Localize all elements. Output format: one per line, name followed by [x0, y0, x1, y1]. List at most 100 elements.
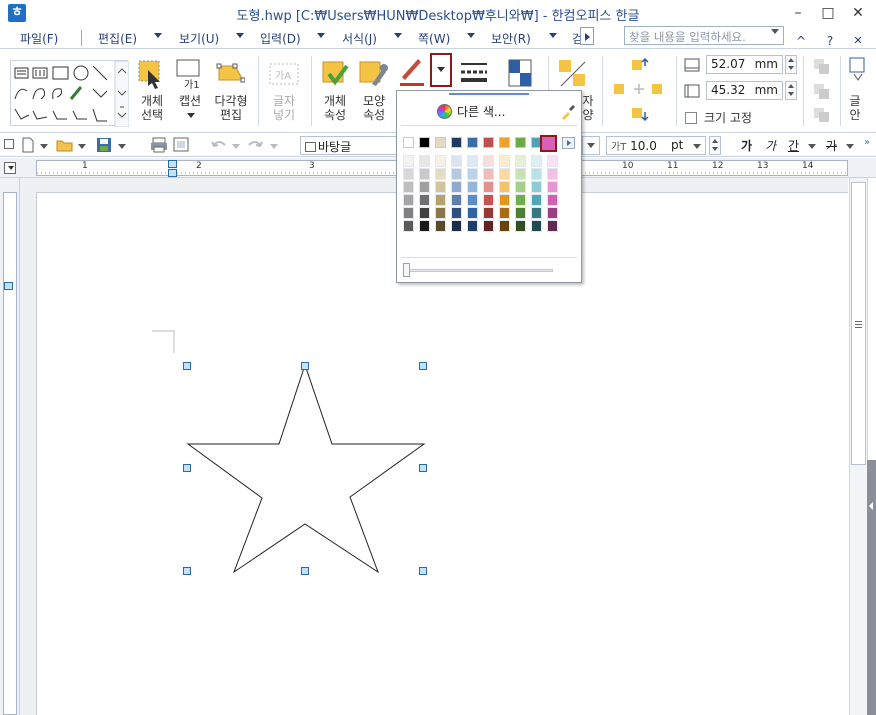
color-swatch[interactable] — [547, 194, 558, 206]
font-size-spinner[interactable] — [709, 136, 721, 155]
chevron-down-icon[interactable] — [467, 33, 475, 38]
undo-icon[interactable] — [210, 137, 228, 153]
color-swatch[interactable] — [515, 168, 526, 180]
color-swatch[interactable] — [483, 207, 494, 219]
resize-handle-top-right[interactable] — [419, 362, 427, 370]
transparency-slider-track[interactable] — [407, 269, 553, 272]
color-swatch[interactable] — [435, 155, 446, 167]
chevron-down-icon[interactable] — [808, 144, 816, 149]
transparency-slider-thumb[interactable] — [403, 263, 410, 277]
color-swatch[interactable] — [483, 155, 494, 167]
chevron-down-icon[interactable] — [394, 33, 402, 38]
menu-edit[interactable]: 편집(E) — [98, 30, 137, 47]
resize-handle-top[interactable] — [301, 362, 309, 370]
chevron-down-icon[interactable] — [118, 144, 126, 149]
color-swatch[interactable] — [435, 168, 446, 180]
text-wrap-button[interactable] — [848, 56, 868, 86]
toolbar-grip[interactable] — [4, 139, 14, 149]
color-swatch[interactable] — [403, 137, 414, 148]
color-swatch[interactable] — [435, 207, 446, 219]
color-swatch[interactable] — [451, 137, 462, 148]
chevron-down-icon[interactable] — [154, 33, 162, 38]
open-folder-icon[interactable] — [56, 137, 74, 153]
color-swatch[interactable] — [483, 194, 494, 206]
selected-color-swatch[interactable] — [540, 135, 557, 152]
color-swatch[interactable] — [483, 168, 494, 180]
caption-button[interactable]: 가1 — [174, 58, 204, 92]
color-swatch[interactable] — [531, 207, 542, 219]
underline-button[interactable]: 간 — [788, 137, 799, 154]
color-swatch[interactable] — [499, 207, 510, 219]
color-swatch[interactable] — [403, 168, 414, 180]
new-document-icon[interactable] — [20, 137, 36, 153]
indent-marker[interactable] — [168, 160, 177, 168]
resize-handle-left[interactable] — [183, 464, 191, 472]
color-swatch[interactable] — [483, 181, 494, 193]
menu-file[interactable]: 파일(F) — [20, 30, 58, 47]
resize-handle-top-left[interactable] — [183, 362, 191, 370]
menu-view[interactable]: 보기(U) — [179, 30, 219, 47]
more-colors-button[interactable]: 다른 색... — [457, 103, 505, 120]
color-swatch[interactable] — [435, 194, 446, 206]
height-spinner[interactable] — [785, 81, 797, 100]
print-preview-icon[interactable] — [172, 137, 190, 153]
color-swatch[interactable] — [499, 155, 510, 167]
maximize-button[interactable]: □ — [817, 3, 839, 23]
color-swatch[interactable] — [547, 207, 558, 219]
eyedropper-icon[interactable] — [560, 104, 576, 120]
strikethrough-button[interactable]: 가 — [826, 137, 837, 154]
scrollbar-thumb[interactable] — [851, 182, 866, 465]
color-swatch[interactable] — [499, 181, 510, 193]
shape-props-button[interactable] — [358, 58, 390, 92]
color-swatch[interactable] — [467, 220, 478, 232]
color-swatch[interactable] — [451, 155, 462, 167]
color-swatch[interactable] — [451, 220, 462, 232]
line-color-dropdown-button[interactable] — [430, 53, 452, 87]
style-select[interactable]: 바탕글 — [300, 136, 397, 155]
line-style-button[interactable] — [459, 60, 489, 86]
color-swatch[interactable] — [515, 194, 526, 206]
color-swatch[interactable] — [483, 220, 494, 232]
chevron-down-icon[interactable] — [846, 144, 854, 149]
ribbon-collapse-button[interactable]: ^ — [790, 31, 812, 51]
color-swatch[interactable] — [419, 207, 430, 219]
align-button[interactable] — [610, 56, 670, 126]
side-panel-tab[interactable] — [867, 460, 876, 715]
insert-text-button[interactable]: 가A — [268, 60, 300, 90]
color-swatch[interactable] — [515, 207, 526, 219]
save-icon[interactable] — [96, 137, 112, 153]
chevron-down-icon[interactable] — [270, 144, 278, 149]
menu-page[interactable]: 쪽(W) — [418, 30, 450, 47]
resize-handle-bottom-left[interactable] — [183, 567, 191, 575]
bold-button[interactable]: 가 — [741, 137, 752, 154]
more-palettes-button[interactable] — [562, 137, 575, 149]
color-swatch[interactable] — [419, 181, 430, 193]
color-swatch[interactable] — [499, 194, 510, 206]
select-object-button[interactable] — [136, 58, 166, 92]
color-swatch[interactable] — [531, 181, 542, 193]
color-swatch[interactable] — [403, 181, 414, 193]
chevron-down-icon[interactable] — [187, 113, 195, 118]
color-swatch[interactable] — [403, 220, 414, 232]
color-swatch[interactable] — [403, 155, 414, 167]
font-size-input[interactable]: 가T 10.0 pt — [606, 136, 706, 155]
color-swatch[interactable] — [467, 181, 478, 193]
line-color-button[interactable] — [396, 53, 430, 89]
shape-arrange-button[interactable] — [557, 58, 589, 88]
color-swatch[interactable] — [419, 220, 430, 232]
color-swatch[interactable] — [531, 194, 542, 206]
color-swatch[interactable] — [419, 137, 430, 148]
close-button[interactable]: ✕ — [847, 3, 869, 23]
color-swatch[interactable] — [531, 220, 542, 232]
color-swatch[interactable] — [467, 155, 478, 167]
shape-gallery[interactable] — [10, 60, 130, 128]
search-input[interactable]: 찾을 내용을 입력하세요. — [624, 26, 784, 45]
color-swatch[interactable] — [451, 181, 462, 193]
chevron-down-icon[interactable] — [317, 33, 325, 38]
color-swatch[interactable] — [451, 207, 462, 219]
color-swatch[interactable] — [435, 137, 446, 148]
chevron-down-icon[interactable] — [236, 33, 244, 38]
color-swatch[interactable] — [419, 155, 430, 167]
color-swatch[interactable] — [467, 207, 478, 219]
menu-security[interactable]: 보안(R) — [491, 30, 531, 47]
